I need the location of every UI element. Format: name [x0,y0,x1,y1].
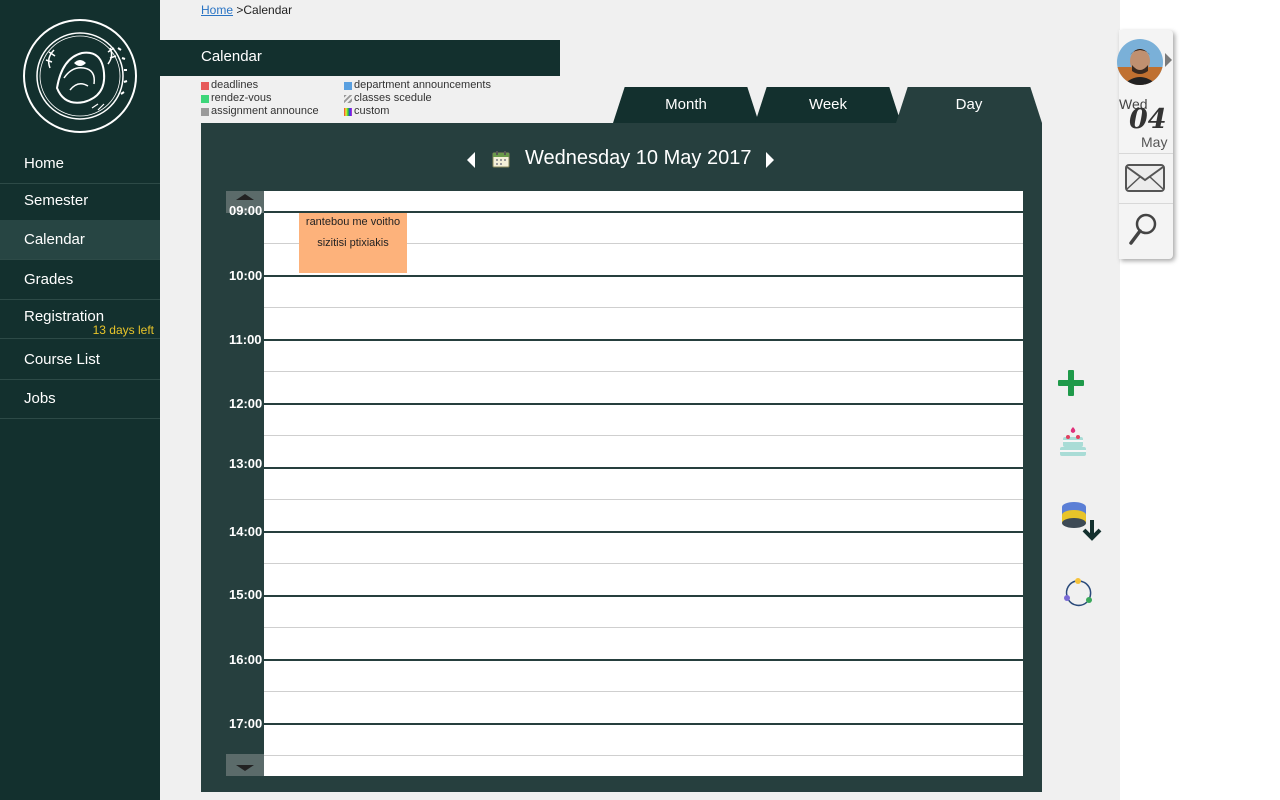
legend-item-department-announcements: department announcements [344,79,491,92]
hour-line [264,531,1023,533]
hour-label: 10:00 [229,268,263,283]
sidebar-item-calendar[interactable]: Calendar [0,220,160,260]
tab-label: Month [665,96,707,113]
hour-label: 11:00 [229,332,262,347]
hour-line [264,723,1023,725]
next-day-button[interactable] [766,152,774,168]
legend-swatch [201,107,209,116]
tab-label: Day [955,96,983,113]
date-navigation: Wednesday 10 May 2017 [201,145,1042,175]
page-title-bar: Calendar [160,40,560,76]
tab-week[interactable]: Week [755,87,901,123]
sidebar: Home Semester Calendar Grades Registrati… [0,0,160,800]
hour-line [264,275,1023,277]
breadcrumb: Home >Calendar [201,3,292,17]
divider [1119,153,1173,154]
user-avatar[interactable] [1117,39,1163,85]
legend-swatch [344,81,352,90]
hour-line [264,339,1023,341]
scroll-down-button[interactable] [226,754,264,776]
legend-item-assignment-announce: assignment announce [201,105,319,118]
sidebar-item-course-list[interactable]: Course List [0,341,160,380]
tab-month[interactable]: Month [613,87,759,123]
current-date-label: Wednesday 10 May 2017 [525,147,752,169]
sidebar-item-grades[interactable]: Grades [0,261,160,300]
legend-label: rendez-vous [211,92,272,104]
hour-line [264,467,1023,469]
legend-item-rendez-vous: rendez-vous [201,92,272,105]
hour-label: 12:00 [229,396,263,411]
sidebar-item-label: Calendar [24,231,85,248]
calendar-icon[interactable] [492,150,510,168]
hour-label: 09:00 [229,203,263,218]
tab-day[interactable]: Day [896,87,1042,123]
legend-label: assignment announce [211,105,319,117]
chevron-down-icon [236,765,254,771]
user-menu-caret-icon[interactable] [1165,53,1172,67]
legend-item-classes-schedule: classes scedule [344,92,432,105]
divider [1119,203,1173,204]
tab-label: Week [808,96,848,113]
hour-line [264,659,1023,661]
day-time-grid[interactable]: rantebou me voitho sizitisi ptixiakis [264,191,1023,776]
previous-day-button[interactable] [467,152,475,168]
registration-deadline-badge: 13 days left [92,323,154,337]
hour-label: 16:00 [229,652,263,667]
sidebar-item-label: Semester [24,192,89,209]
legend-swatch [344,107,352,116]
legend-swatch [344,94,352,103]
sidebar-item-home[interactable]: Home [0,145,160,184]
page-title: Calendar [201,48,262,65]
event-subtitle: sizitisi ptixiakis [317,237,389,249]
sync-circle-icon[interactable] [1062,577,1094,609]
university-seal-logo[interactable] [22,18,138,134]
legend-item-deadlines: deadlines [201,79,258,92]
hour-label: 13:00 [229,456,263,471]
sidebar-item-label: Course List [24,351,100,368]
legend-label: classes scedule [354,92,432,104]
today-day: 04 [1129,104,1167,135]
breadcrumb-home-link[interactable]: Home [201,3,233,17]
legend-label: department announcements [354,79,491,91]
event-title: rantebou me voitho [305,216,401,228]
legend-swatch [201,94,209,103]
legend-swatch [201,81,209,90]
birthday-cake-icon[interactable] [1057,425,1089,459]
main-content: Home >Calendar Calendar deadlines rendez… [160,0,1120,800]
sidebar-item-label: Home [24,155,65,172]
hour-line [264,595,1023,597]
hour-label: 14:00 [229,524,263,539]
legend-label: deadlines [211,79,259,91]
hour-label: 17:00 [229,716,263,731]
add-icon[interactable] [1056,368,1086,398]
database-download-icon[interactable] [1060,500,1106,544]
today-month: May [1141,134,1168,150]
hour-line [264,403,1023,405]
search-icon[interactable] [1128,212,1158,246]
calendar-event[interactable]: rantebou me voitho sizitisi ptixiakis [299,213,407,273]
chevron-up-icon [236,194,254,200]
hour-label: 15:00 [229,587,263,602]
breadcrumb-current: Calendar [243,3,293,17]
sidebar-item-semester[interactable]: Semester [0,182,160,221]
sidebar-item-registration[interactable]: Registration 13 days left [0,300,160,339]
legend-item-custom: custom [344,105,389,118]
envelope-icon[interactable] [1125,162,1165,194]
sidebar-item-label: Jobs [24,390,56,407]
legend-label: custom [354,105,390,117]
sidebar-item-label: Grades [24,271,74,288]
sidebar-item-jobs[interactable]: Jobs [0,380,160,419]
day-calendar-panel: Wednesday 10 May 2017 rantebou me voitho… [201,123,1042,792]
